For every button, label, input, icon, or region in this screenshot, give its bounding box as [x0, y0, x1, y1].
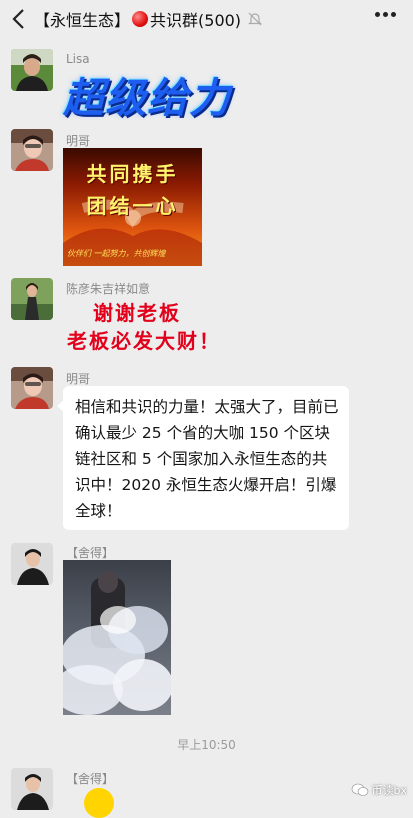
- avatar[interactable]: [11, 367, 53, 409]
- avatar[interactable]: [11, 129, 53, 171]
- avatar[interactable]: [11, 543, 53, 585]
- back-arrow-icon[interactable]: [8, 6, 30, 32]
- watermark: 币读bx: [351, 782, 408, 798]
- red-circle-icon: [132, 11, 149, 27]
- image-smoke-message[interactable]: [63, 560, 171, 715]
- sticker-thanks-line1[interactable]: 谢谢老板: [93, 297, 181, 326]
- avatar[interactable]: [11, 278, 53, 320]
- sender-name: 【舍得】: [66, 772, 115, 786]
- chat-title-suffix: 共识群(500): [150, 11, 242, 30]
- watermark-text: 币读bx: [371, 784, 408, 797]
- image-together-message[interactable]: 共同携手 团结一心 伙伴们 一起努力，共创辉煌: [63, 148, 202, 266]
- message-text: 相信和共识的力量！太强大了，目前已确认最少 25 个省的大咖 150 个区块链社…: [75, 398, 339, 520]
- mute-bell-icon: [248, 12, 262, 26]
- sender-name: 明哥: [66, 134, 91, 148]
- sender-name: 陈彦朱吉祥如意: [66, 282, 151, 296]
- image-line1: 共同携手: [86, 162, 179, 186]
- emoji-sticker-partial[interactable]: [84, 788, 114, 818]
- timestamp: 早上10:50: [177, 738, 236, 752]
- image-line2: 团结一心: [86, 194, 179, 218]
- chat-title: 【永恒生态】 共识群(500): [34, 7, 263, 31]
- avatar[interactable]: [11, 49, 53, 91]
- text-message-bubble[interactable]: 相信和共识的力量！太强大了，目前已确认最少 25 个省的大咖 150 个区块链社…: [57, 386, 349, 530]
- image-caption: 伙伴们 一起努力，共创辉煌: [67, 249, 166, 258]
- sender-name: 【舍得】: [66, 546, 115, 560]
- chat-title-prefix: 【永恒生态】: [34, 11, 131, 30]
- sender-name: 明哥: [66, 372, 91, 386]
- smoke-photo: [63, 571, 171, 715]
- wechat-logo-icon: [351, 783, 368, 796]
- avatar[interactable]: [11, 768, 53, 810]
- chat-header: 【永恒生态】 共识群(500): [0, 0, 413, 38]
- sticker-thanks-line2[interactable]: 老板必发大财！: [67, 325, 221, 354]
- sticker-super[interactable]: 超级给力: [63, 64, 231, 124]
- more-options-icon[interactable]: [375, 12, 397, 18]
